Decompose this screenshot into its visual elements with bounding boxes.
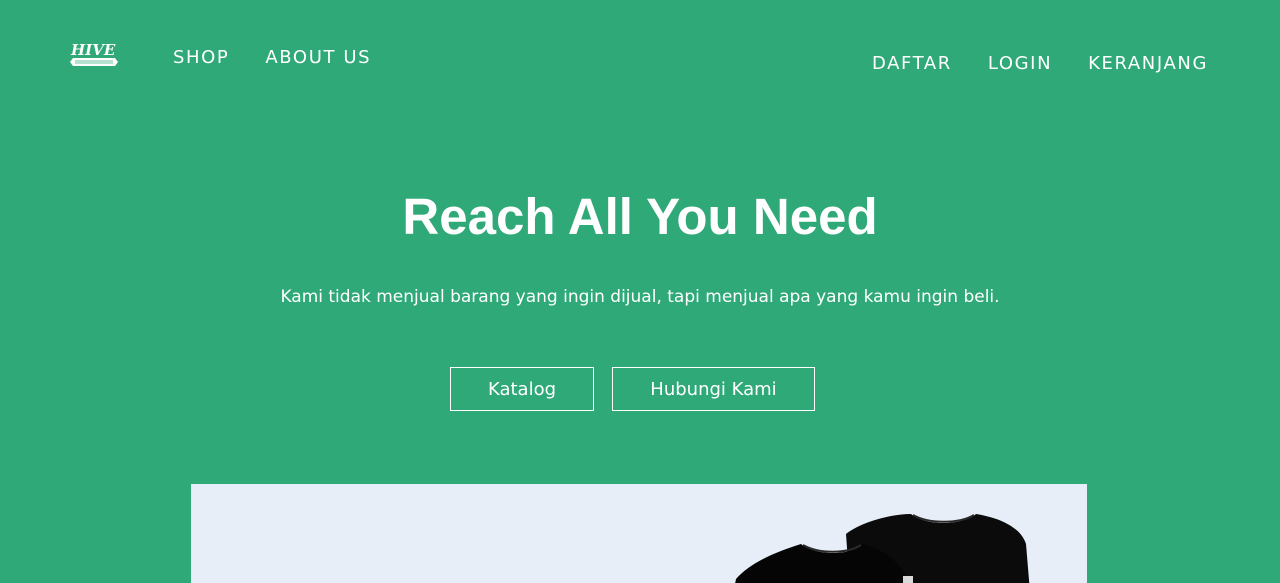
nav-about-link[interactable]: ABOUT US [265, 47, 371, 69]
hero-product-image [191, 484, 1087, 583]
account-nav: DAFTAR LOGIN KERANJANG [872, 53, 1208, 75]
svg-text:HIVE: HIVE [70, 41, 116, 59]
tshirts-image [735, 514, 1030, 583]
nav-cart-link[interactable]: KERANJANG [1088, 53, 1208, 75]
katalog-button[interactable]: Katalog [450, 367, 594, 411]
nav-daftar-link[interactable]: DAFTAR [872, 53, 952, 75]
hero-title: Reach All You Need [402, 188, 878, 245]
landing-page: HIVE SHOP ABOUT US DAFTAR LOGIN KERANJAN… [0, 0, 1280, 583]
primary-nav: SHOP ABOUT US [173, 47, 371, 69]
nav-login-link[interactable]: LOGIN [988, 53, 1052, 75]
hive-logo-icon: HIVE [70, 41, 118, 66]
hero-subtitle: Kami tidak menjual barang yang ingin dij… [280, 287, 1000, 307]
brand-logo[interactable]: HIVE [70, 41, 120, 71]
nav-shop-link[interactable]: SHOP [173, 47, 229, 69]
contact-button[interactable]: Hubungi Kami [612, 367, 815, 411]
